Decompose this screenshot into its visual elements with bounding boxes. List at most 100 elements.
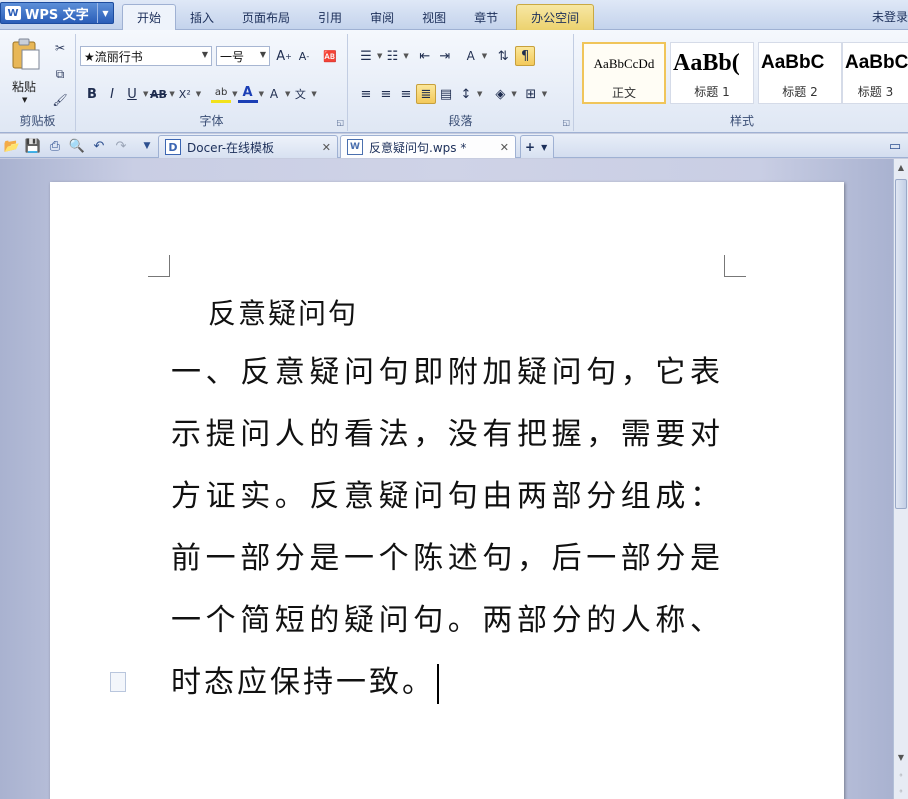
close-icon[interactable]: ✕ (322, 141, 331, 154)
document-body[interactable]: 一、反意疑问句即附加疑问句，它表示提问人的看法，没有把握，需要对方证实。反意疑问… (171, 342, 723, 714)
underline-icon[interactable]: U (122, 84, 142, 104)
copy-icon[interactable]: ⧉ (50, 64, 70, 84)
margin-corner-marker (148, 255, 170, 277)
highlight-icon[interactable]: ab (211, 85, 232, 103)
tab-insert[interactable]: 插入 (176, 4, 228, 30)
superscript-icon[interactable]: X² (175, 84, 195, 104)
dialog-launcher-icon[interactable]: ◱ (562, 118, 570, 127)
clipboard-group-label: 剪贴板 (19, 114, 56, 128)
doc-tab-label: 反意疑问句.wps * (369, 140, 467, 155)
styles-group: AaBbCcDd 正文 AaBb( 标题 1 AaBbC 标题 2 AaBbC … (576, 34, 908, 131)
dialog-launcher-icon[interactable]: ◱ (336, 118, 344, 127)
scroll-up-icon[interactable]: ▲ (896, 163, 906, 172)
tab-office-space[interactable]: 办公空间 (516, 4, 595, 30)
style-sample: AaBbC (845, 52, 908, 73)
document-page[interactable]: 反意疑问句 一、反意疑问句即附加疑问句，它表示提问人的看法，没有把握，需要对方证… (50, 182, 844, 799)
shading-icon[interactable]: ◈ (490, 84, 510, 104)
show-marks-icon[interactable]: ¶ (515, 46, 536, 66)
open-icon[interactable]: 📂 (3, 137, 21, 155)
document-workspace: 反意疑问句 一、反意疑问句即附加疑问句，它表示提问人的看法，没有把握，需要对方证… (0, 159, 893, 799)
bullet-list-icon[interactable]: ☰ (356, 46, 376, 66)
redo-icon[interactable]: ↷ (112, 137, 130, 155)
decrease-indent-icon[interactable]: ⇤ (415, 46, 435, 66)
customize-chevron-icon[interactable]: ▼ (138, 137, 156, 155)
font-group: ★流丽行书 ▼ 一号 ▼ A + A- 🆎 B I U ▼ AB ▼ X² ▼ ab ▼ … (76, 34, 348, 131)
scroll-down-icon[interactable]: ▼ (896, 753, 906, 762)
chevron-down-icon: ▼ (541, 142, 548, 152)
close-icon[interactable]: ✕ (500, 141, 509, 154)
menu-tabs: 开始 插入 页面布局 引用 审阅 视图 章节 办公空间 (122, 4, 595, 30)
style-name: 正文 (611, 86, 636, 100)
increase-indent-icon[interactable]: ⇥ (435, 46, 455, 66)
styles-group-label: 样式 (729, 114, 754, 128)
style-heading-1[interactable]: AaBb( 标题 1 (670, 42, 754, 104)
tab-home[interactable]: 开始 (122, 4, 177, 30)
paste-icon[interactable] (8, 36, 44, 72)
style-heading-2[interactable]: AaBbC 标题 2 (758, 42, 842, 104)
sort-icon[interactable]: ⇅ (493, 46, 513, 66)
style-name: 标题 1 (694, 85, 730, 99)
paste-chevron-icon[interactable]: ▼ (22, 96, 27, 104)
menu-bar: W WPS 文字 ▼ 开始 插入 页面布局 引用 审阅 视图 章节 办公空间 未… (0, 0, 908, 30)
align-right-icon[interactable]: ≡ (396, 84, 416, 104)
print-icon[interactable]: ⎙ (46, 137, 64, 155)
restore-icon[interactable]: ▭ (886, 137, 904, 155)
doc-tab-docer[interactable]: D Docer-在线模板 ✕ (158, 135, 338, 158)
paragraph-group: ☰ ▼ ☷ ▼ ⇤ ⇥ A ▼ ⇅ ¶ ≡ ≡ ≡ ≣ ▤ ↕ ▼ ◈ ▼ ⊞ ▼ 段落 ◱ (348, 34, 574, 131)
paste-button[interactable]: 粘贴 (12, 78, 36, 95)
font-color-icon[interactable]: A (237, 85, 258, 103)
strikethrough-icon[interactable]: AB (148, 84, 168, 104)
clipboard-group: 粘贴 ▼ ✂ ⧉ 🖌 剪贴板 (0, 34, 76, 131)
font-size-select[interactable]: 一号 ▼ (216, 46, 270, 66)
distributed-align-icon[interactable]: ▤ (436, 84, 456, 104)
login-link[interactable]: 未登录 (872, 8, 908, 25)
new-tab-button[interactable]: + ▼ (520, 135, 554, 158)
document-title: 反意疑问句 (208, 297, 359, 330)
borders-icon[interactable]: ⊞ (521, 84, 541, 104)
numbered-list-icon[interactable]: ☷ (382, 46, 402, 66)
align-left-icon[interactable]: ≡ (356, 84, 376, 104)
undo-icon[interactable]: ↶ (90, 137, 108, 155)
align-center-icon[interactable]: ≡ (376, 84, 396, 104)
tab-view[interactable]: 视图 (408, 4, 460, 30)
phonetic-guide-icon[interactable]: 文 (290, 84, 310, 104)
app-menu-button[interactable]: W WPS 文字 ▼ (0, 2, 114, 24)
wps-doc-icon: W (347, 139, 363, 155)
tab-section[interactable]: 章节 (460, 4, 512, 30)
style-normal[interactable]: AaBbCcDd 正文 (582, 42, 666, 104)
line-spacing-icon[interactable]: ↕ (456, 84, 476, 104)
font-family-value: ★流丽行书 (84, 49, 143, 64)
style-name: 标题 2 (782, 85, 818, 99)
doc-tab-label: Docer-在线模板 (187, 140, 275, 155)
app-name: WPS 文字 (25, 7, 89, 23)
text-cursor (437, 664, 439, 704)
chevron-down-icon: ▼ (201, 50, 208, 59)
wps-logo-icon: W (5, 6, 21, 20)
next-page-icon[interactable]: ◦ (896, 787, 906, 796)
tab-review[interactable]: 审阅 (356, 4, 408, 30)
align-justify-icon[interactable]: ≣ (416, 84, 436, 104)
save-icon[interactable]: 💾 (24, 137, 42, 155)
scrollbar-thumb[interactable] (895, 179, 907, 509)
vertical-scrollbar[interactable]: ▲ ▼ ◦ ◦ (893, 159, 908, 799)
chevron-down-icon: ▼ (259, 50, 266, 59)
style-name: 标题 3 (857, 85, 894, 99)
clear-format-icon[interactable]: 🆎 (320, 46, 340, 66)
shrink-font-icon[interactable]: A- (294, 46, 314, 66)
doc-tab-active[interactable]: W 反意疑问句.wps * ✕ (340, 135, 516, 158)
grow-font-icon[interactable]: A + (274, 46, 294, 66)
print-preview-icon[interactable]: 🔍 (68, 137, 86, 155)
docer-icon: D (165, 139, 181, 155)
italic-icon[interactable]: I (102, 84, 122, 104)
font-family-select[interactable]: ★流丽行书 ▼ (80, 46, 212, 66)
prev-page-icon[interactable]: ◦ (896, 771, 906, 780)
chevron-down-icon[interactable]: ▼ (97, 3, 113, 23)
tab-references[interactable]: 引用 (304, 4, 356, 30)
bold-icon[interactable]: B (82, 84, 102, 104)
format-painter-icon[interactable]: 🖌 (50, 90, 70, 110)
tab-page-layout[interactable]: 页面布局 (228, 4, 304, 30)
cut-icon[interactable]: ✂ (50, 38, 70, 58)
character-shading-icon[interactable]: A (264, 84, 284, 104)
chinese-layout-icon[interactable]: A (461, 46, 481, 66)
style-heading-3[interactable]: AaBbC 标题 3 (842, 42, 908, 104)
